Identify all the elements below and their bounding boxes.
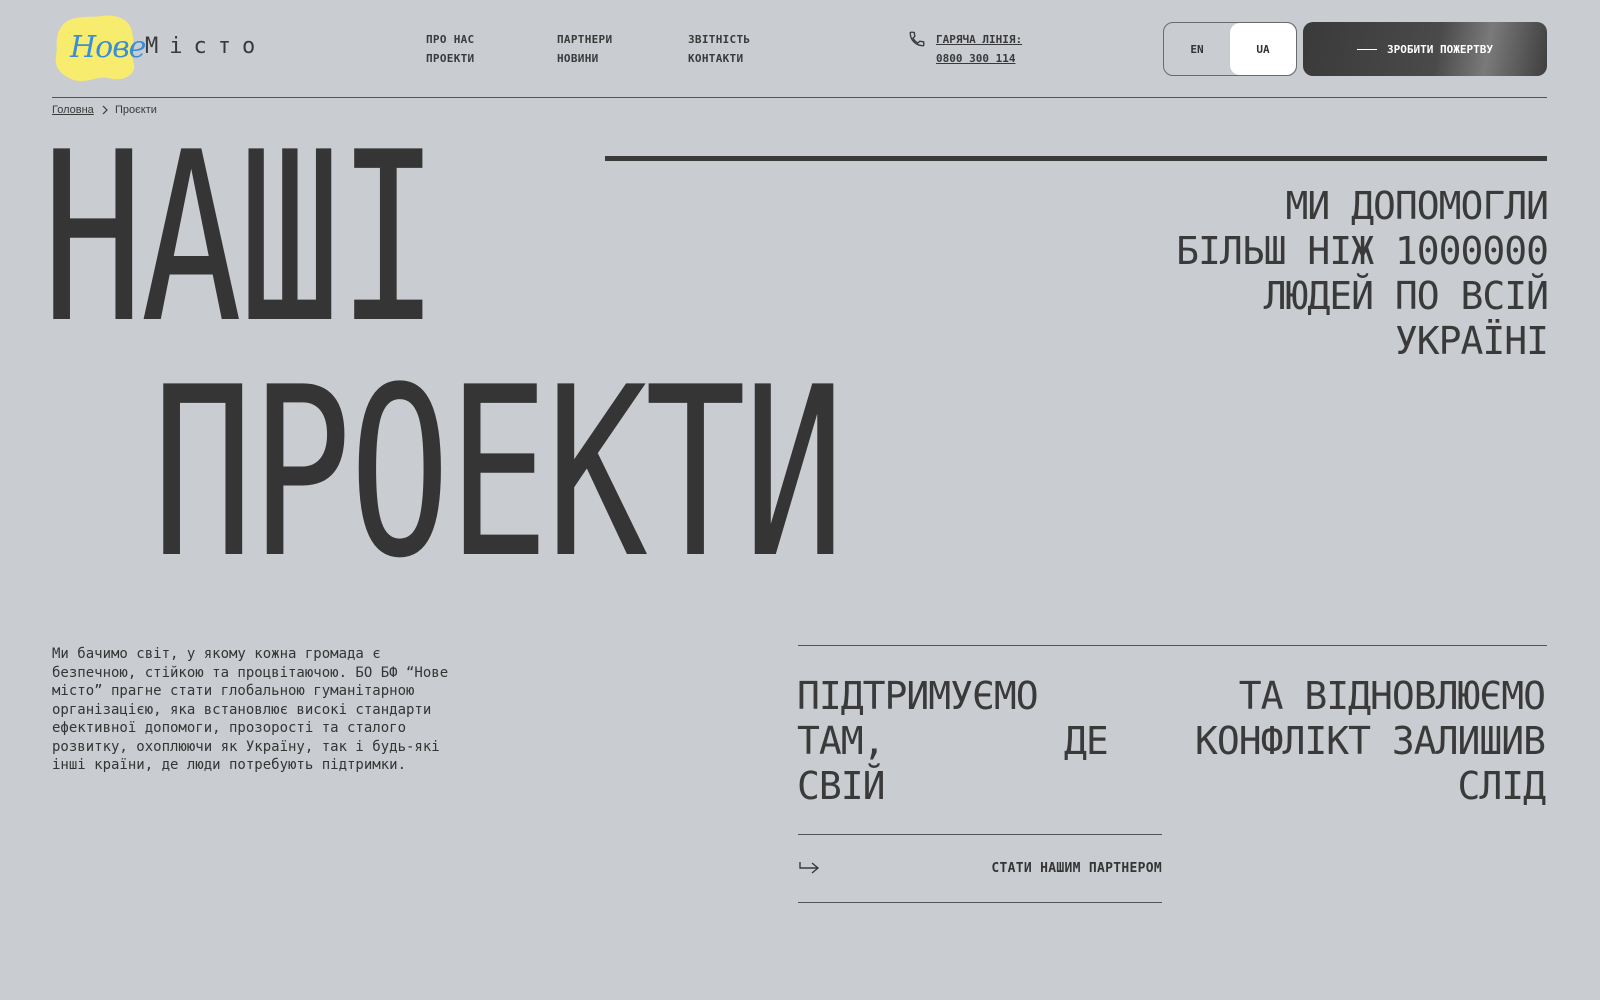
support-right-line: ТА ВІДНОВЛЮЄМО [1238,674,1546,718]
hotline-label[interactable]: ГАРЯЧА ЛІНІЯ: [936,33,1022,46]
donate-button[interactable]: ЗРОБИТИ ПОЖЕРТВУ [1303,22,1547,76]
mission-line: безпечною, стійкою та процвітаючою. БО Б… [52,664,449,681]
support-divider [798,645,1547,646]
support-word: ПІДТРИМУЄМО [797,674,1039,718]
mission-line: організацією, яка встановлює високі стан… [52,701,432,718]
language-switch: EN UA [1163,22,1297,76]
cta-bottom-line [798,902,1162,903]
mission-text: Ми бачимо світ, у якому кожна громада є … [52,645,492,775]
donate-label: ЗРОБИТИ ПОЖЕРТВУ [1387,42,1493,56]
hero-title-line2: ПРОЕКТИ [152,338,845,610]
impact-line: УКРАЇНІ [1394,319,1549,363]
nav-partners[interactable]: ПАРТНЕРИ [557,33,612,46]
support-right-line: КОНФЛІКТ ЗАЛИШИВ [1194,719,1546,763]
lang-en-button[interactable]: EN [1164,23,1230,75]
hotline-number[interactable]: 0800 300 114 [936,52,1015,65]
dash-icon [1357,48,1378,50]
phone-icon [909,31,925,47]
impact-line: БІЛЬШ НІЖ 1000000 [1176,229,1549,273]
mission-line: ефективної допомоги, прозорості та стало… [52,720,407,736]
nav-news[interactable]: НОВИНИ [557,52,599,65]
hero-title-line1: НАШІ [42,103,439,375]
support-word: СВІЙ [797,764,886,808]
nav-about[interactable]: ПРО НАС [426,33,474,46]
support-right-line: СЛІД [1457,764,1546,808]
become-partner-label: СТАТИ НАШИМ ПАРТНЕРОМ [991,860,1162,876]
mission-line: інші країни, де люди потребують підтримк… [52,757,407,773]
mission-line: місто” прагне стати глобальною гуманітар… [52,683,415,699]
header-divider [52,97,1547,98]
logo-nove-text[interactable]: Нове [70,30,146,65]
nav-projects[interactable]: ПРОЕКТИ [426,52,474,65]
become-partner-link[interactable]: СТАТИ НАШИМ ПАРТНЕРОМ [798,835,1162,901]
logo-misto-text[interactable]: Місто [145,34,266,59]
mission-line: розвитку, охоплюючи як Україну, так і бу… [52,738,440,755]
support-right: ТА ВІДНОВЛЮЄМО КОНФЛІКТ ЗАЛИШИВ СЛІД [1194,674,1546,809]
support-word: ТАМ, [797,719,886,763]
impact-line: ЛЮДЕЙ ПО ВСІЙ [1263,274,1549,318]
arrow-right-icon [799,862,820,874]
hero-rule [605,156,1547,161]
impact-statement: МИ ДОПОМОГЛИ БІЛЬШ НІЖ 1000000 ЛЮДЕЙ ПО … [1108,184,1549,364]
impact-line: МИ ДОПОМОГЛИ [1285,184,1549,228]
lang-ua-button[interactable]: UA [1230,23,1296,75]
nav-reports[interactable]: ЗВІТНІСТЬ [688,33,750,46]
nav-contacts[interactable]: КОНТАКТИ [688,52,743,65]
mission-line: Ми бачимо світ, у якому кожна громада є [52,646,381,662]
support-word: ДЕ [1064,719,1109,763]
